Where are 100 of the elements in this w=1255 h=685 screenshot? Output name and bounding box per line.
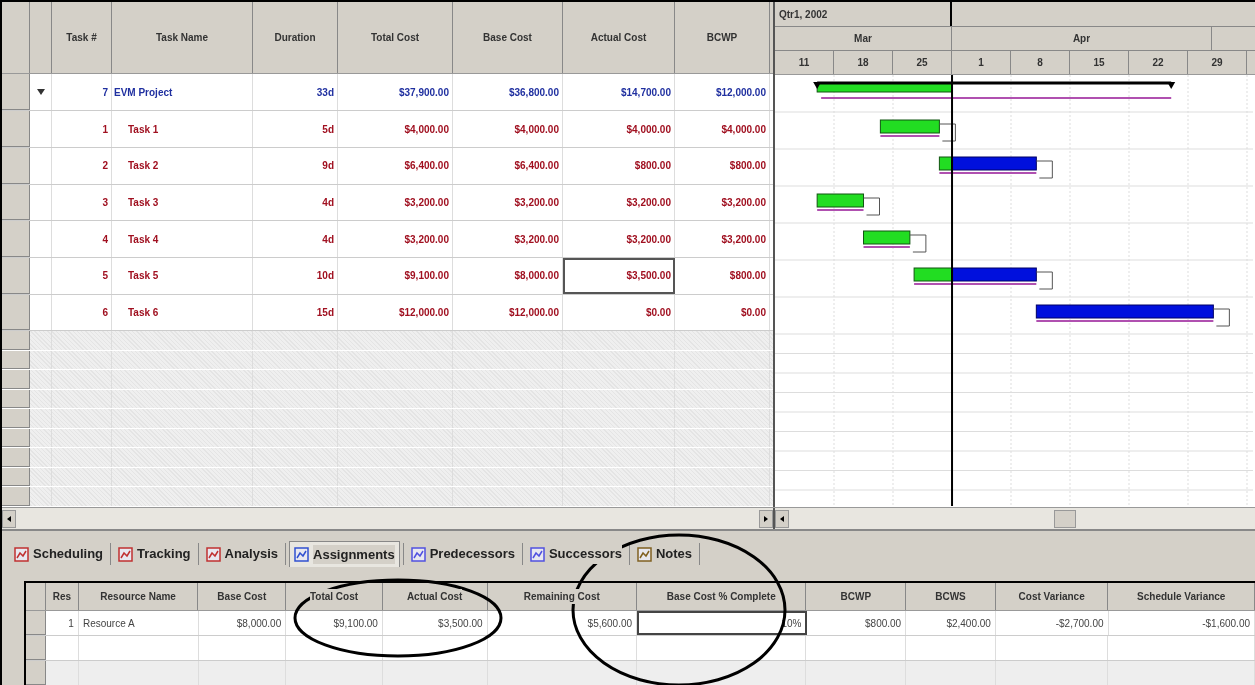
table-cell: Task 5	[112, 258, 253, 294]
row-header[interactable]	[26, 661, 46, 685]
right-arrow-icon	[764, 515, 768, 522]
week-label: 22	[1152, 56, 1164, 70]
table-cell: $3,200.00	[675, 221, 770, 258]
month-label: Mar	[854, 32, 872, 46]
row-header[interactable]	[2, 294, 30, 331]
table-cell: Task 4	[112, 221, 253, 258]
row-header[interactable]	[2, 258, 30, 294]
table-cell: $3,500.00	[382, 611, 488, 635]
table-cell: $4,000.00	[338, 111, 453, 147]
table-cell: $9,100.00	[338, 258, 453, 294]
tab-icon	[294, 547, 309, 562]
tab[interactable]: Notes	[632, 541, 697, 567]
table-cell: $12,000.00	[453, 294, 563, 331]
row-header[interactable]	[2, 184, 30, 221]
column-header[interactable]: Base Cost % Complete	[666, 589, 776, 604]
table-cell: $3,200.00	[338, 184, 453, 221]
column-header[interactable]: Duration	[253, 2, 338, 74]
table-cell: 33d	[253, 74, 338, 111]
tab-icon	[205, 546, 221, 562]
table-cell: -$2,700.00	[995, 611, 1109, 635]
collapse-triangle-icon[interactable]	[36, 89, 45, 96]
table-cell: $2,400.00	[906, 611, 996, 635]
quarter-label: Qtr1, 2002	[779, 7, 828, 22]
row-header[interactable]	[2, 370, 30, 389]
table-cell: $3,200.00	[338, 221, 453, 258]
table-cell: $12,000.00	[338, 294, 453, 331]
table-cell: $3,200.00	[563, 221, 675, 258]
tab-icon	[529, 546, 545, 562]
table-cell: $3,200.00	[675, 184, 770, 221]
table-cell: $12,000.00	[675, 74, 770, 111]
column-header[interactable]: BCWP	[675, 2, 770, 74]
table-cell: $8,000.00	[453, 258, 563, 294]
scroll-thumb[interactable]	[1054, 509, 1076, 528]
table-cell: $3,500.00	[563, 258, 675, 294]
tab[interactable]: Assignments	[289, 541, 400, 567]
table-cell: 4d	[253, 221, 338, 258]
column-header[interactable]: Actual Cost	[563, 2, 675, 74]
table-cell: 1	[52, 111, 112, 147]
column-header[interactable]: Task #	[52, 2, 112, 74]
table-cell: 4	[52, 221, 112, 258]
table-cell: $3,200.00	[453, 184, 563, 221]
table-cell: $8,000.00	[198, 611, 287, 635]
table-cell: -$1,600.00	[1108, 611, 1255, 635]
column-header[interactable]: Total Cost	[338, 2, 453, 74]
table-cell: Task 1	[112, 111, 253, 147]
week-label: 11	[798, 56, 810, 70]
table-cell: $0.00	[675, 294, 770, 331]
table-cell: Task 2	[112, 147, 253, 184]
tab-icon	[636, 546, 652, 562]
week-label: 1	[978, 56, 984, 70]
column-header[interactable]: Task Name	[112, 2, 253, 74]
row-header[interactable]	[2, 74, 30, 111]
tab-icon	[410, 546, 426, 562]
week-label: 29	[1211, 56, 1223, 70]
table-cell: 9d	[253, 147, 338, 184]
table-cell: 3	[52, 184, 112, 221]
table-cell: 10d	[253, 258, 338, 294]
table-cell: 1	[46, 611, 79, 635]
table-cell: 5d	[253, 111, 338, 147]
table-cell: $5,600.00	[487, 611, 638, 635]
left-arrow-icon	[7, 515, 11, 522]
table-cell: Task 6	[112, 294, 253, 331]
table-cell: Resource A	[78, 611, 199, 635]
table-cell: $3,200.00	[563, 184, 675, 221]
table-cell: $3,200.00	[453, 221, 563, 258]
table-cell: 5	[52, 258, 112, 294]
table-cell: $800.00	[563, 147, 675, 184]
table-cell: EVM Project	[112, 74, 253, 111]
week-label: 18	[857, 56, 869, 70]
table-cell: $36,800.00	[453, 74, 563, 111]
table-cell: $4,000.00	[453, 111, 563, 147]
table-cell: 6	[52, 294, 112, 331]
row-header[interactable]	[2, 448, 30, 467]
table-cell: 15d	[253, 294, 338, 331]
week-label: 15	[1093, 56, 1105, 70]
table-cell: $800.00	[675, 258, 770, 294]
table-cell: $14,700.00	[563, 74, 675, 111]
week-label: 25	[916, 56, 928, 70]
column-header[interactable]: Base Cost	[453, 2, 563, 74]
table-cell: $9,100.00	[286, 611, 383, 635]
row-header[interactable]	[2, 221, 30, 258]
row-header[interactable]	[2, 409, 30, 428]
left-arrow-icon	[780, 515, 784, 522]
row-header[interactable]	[2, 147, 30, 184]
table-cell: 2	[52, 147, 112, 184]
row-header[interactable]	[2, 111, 30, 147]
table-cell: $4,000.00	[563, 111, 675, 147]
month-label: Apr	[1072, 32, 1091, 46]
row-header[interactable]	[2, 331, 30, 350]
table-cell: 4d	[253, 184, 338, 221]
row-header[interactable]	[26, 636, 46, 660]
row-header[interactable]	[26, 611, 46, 635]
table-cell: Task 3	[112, 184, 253, 221]
table-cell: $0.00	[563, 294, 675, 331]
table-cell: $37,900.00	[338, 74, 453, 111]
week-label: 8	[1037, 56, 1043, 70]
column-header[interactable]: Remaining Cost	[523, 589, 600, 604]
tab-icon	[118, 546, 134, 562]
